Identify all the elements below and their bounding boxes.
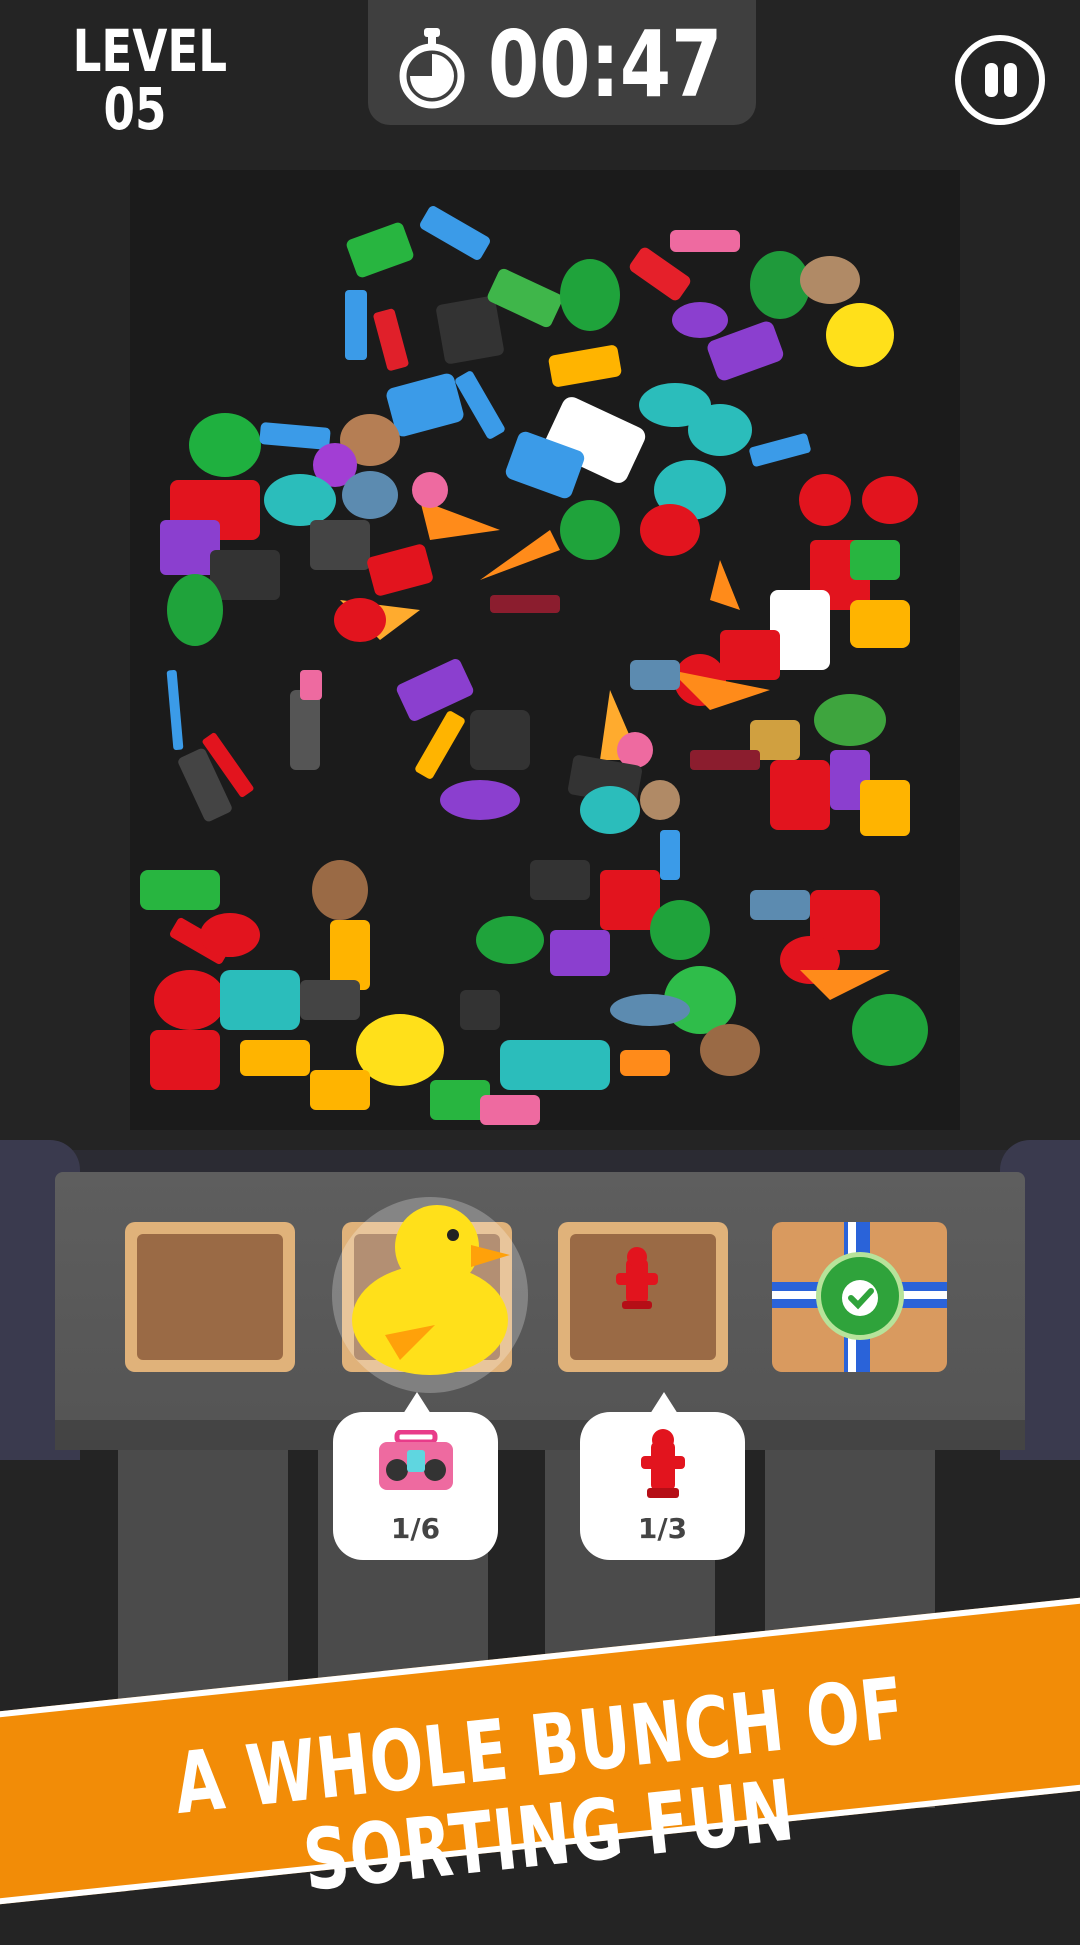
goal-popup-hydrant: 1/3 <box>580 1392 745 1560</box>
fire-hydrant-icon <box>616 1247 658 1309</box>
sorting-box-certified[interactable] <box>772 1222 947 1372</box>
boombox-icon <box>379 1430 453 1490</box>
promo-banner-text: A WHOLE BUNCH OF SORTING FUN <box>169 1658 910 1911</box>
level-number: 05 <box>103 75 167 143</box>
goal-count-hydrant: 1/3 <box>637 1512 688 1545</box>
pause-button[interactable] <box>955 35 1045 125</box>
toy-pile-items[interactable] <box>140 204 928 1125</box>
timer-panel: 00:47 <box>368 0 756 125</box>
fire-hydrant-icon <box>641 1429 685 1498</box>
certified-seal-icon <box>816 1252 904 1340</box>
level-indicator: LEVEL 05 <box>55 17 228 143</box>
sorting-box-empty[interactable] <box>125 1222 295 1372</box>
item-pile <box>130 170 960 1130</box>
tray-front-edge <box>55 1420 1025 1450</box>
goal-popup-boombox: 1/6 <box>333 1392 498 1560</box>
stopwatch-icon <box>399 28 465 109</box>
timer-text: 00:47 <box>488 11 723 118</box>
level-label: LEVEL <box>72 17 228 85</box>
goal-count-boombox: 1/6 <box>390 1512 441 1545</box>
rubber-duck-icon[interactable] <box>325 1185 535 1395</box>
